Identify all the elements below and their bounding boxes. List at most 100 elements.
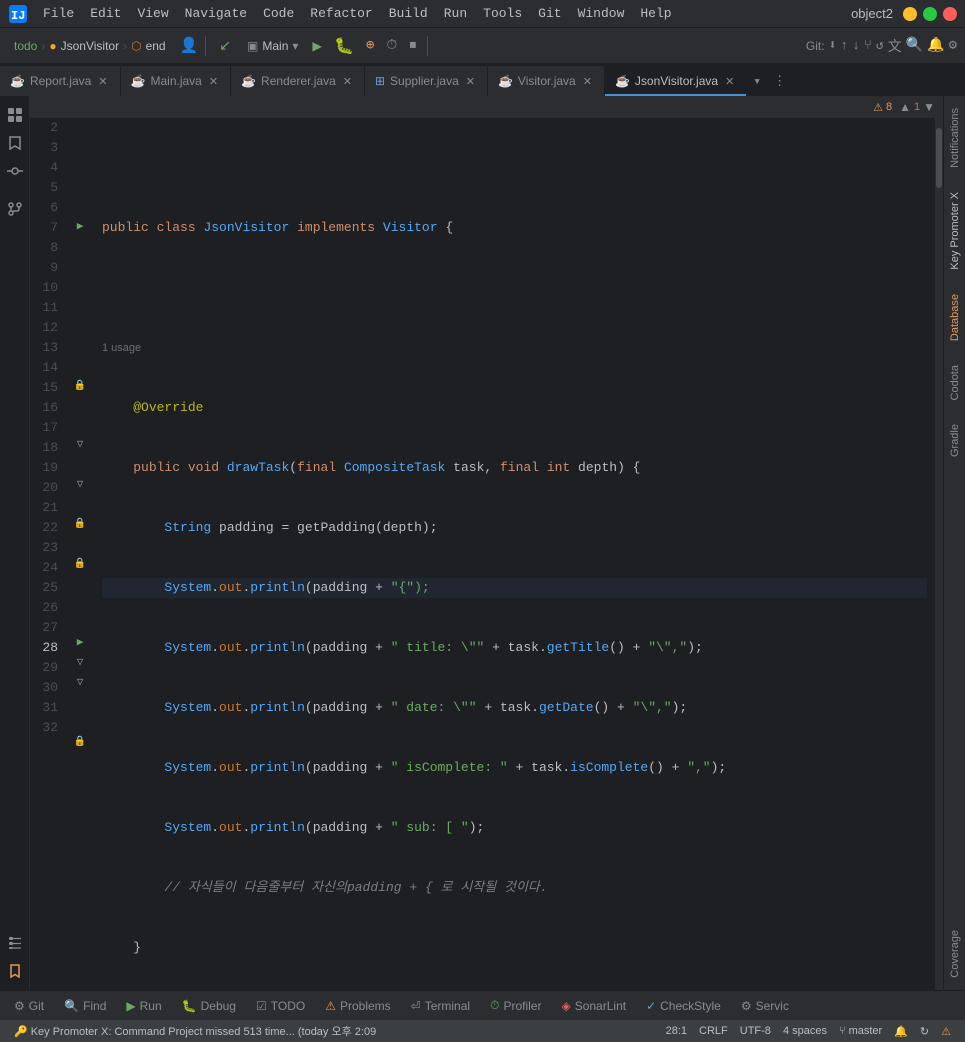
- sidebar-bookmark-icon[interactable]: [2, 130, 28, 156]
- git-pull-icon[interactable]: ↓: [852, 38, 860, 53]
- menu-navigate[interactable]: Navigate: [178, 4, 254, 23]
- help-icon[interactable]: 🔔: [927, 37, 944, 54]
- right-label-notifications[interactable]: Notifications: [947, 100, 963, 176]
- collapse-gutter-16[interactable]: ▽: [66, 434, 94, 454]
- menu-tools[interactable]: Tools: [476, 4, 529, 23]
- git-branch-icon: ⑂: [839, 1025, 846, 1037]
- run-gutter-6[interactable]: ▶: [66, 216, 94, 236]
- collapse-gutter-26[interactable]: ▽: [66, 652, 94, 672]
- menu-git[interactable]: Git: [531, 4, 568, 23]
- tabs-dropdown[interactable]: ▾: [747, 66, 767, 96]
- tab-supplier-java[interactable]: ⊞ Supplier.java ✕: [365, 66, 488, 96]
- tabs-more[interactable]: ⋮: [767, 66, 792, 96]
- sonarlint-tool-label: SonarLint: [575, 999, 626, 1013]
- menu-file[interactable]: File: [36, 4, 81, 23]
- run-gutter-25[interactable]: ▶: [66, 632, 94, 652]
- close-button[interactable]: [943, 7, 957, 21]
- coverage-button[interactable]: ⊕: [362, 37, 378, 54]
- collapse-gutter-18[interactable]: ▽: [66, 474, 94, 494]
- git-branches-icon[interactable]: ⑂: [864, 38, 872, 53]
- menu-edit[interactable]: Edit: [83, 4, 128, 23]
- line-ending[interactable]: CRLF: [693, 1020, 734, 1042]
- java-icon: ☕: [241, 74, 256, 88]
- sidebar-project-icon[interactable]: [2, 102, 28, 128]
- sidebar-bookmarks2-icon[interactable]: [2, 958, 28, 984]
- tool-profiler[interactable]: ⏱ Profiler: [482, 995, 549, 1016]
- tool-problems[interactable]: ⚠ Problems: [317, 996, 398, 1016]
- search-everywhere-icon[interactable]: 🔍: [906, 37, 923, 54]
- scroll-thumb[interactable]: [936, 128, 942, 188]
- tool-checkstyle[interactable]: ✓ CheckStyle: [638, 996, 729, 1016]
- tool-todo[interactable]: ☑ TODO: [248, 996, 313, 1016]
- git-rollback-icon[interactable]: ↺: [876, 38, 884, 53]
- translate-icon[interactable]: 文: [888, 36, 902, 56]
- alert-icon[interactable]: ⚠: [935, 1020, 957, 1042]
- indent[interactable]: 4 spaces: [777, 1020, 833, 1042]
- sidebar-structure-icon[interactable]: [2, 930, 28, 956]
- run-button[interactable]: ▶: [308, 36, 326, 56]
- tool-terminal[interactable]: ⏎ Terminal: [403, 996, 478, 1016]
- tab-close-button[interactable]: ✕: [581, 74, 594, 89]
- code-line-14: }: [102, 938, 927, 958]
- git-branch-text: master: [849, 1025, 883, 1037]
- tool-services[interactable]: ⚙ Servic: [733, 996, 797, 1016]
- tool-git[interactable]: ⚙ Git: [6, 996, 52, 1016]
- menu-build[interactable]: Build: [382, 4, 435, 23]
- code-line-10: System.out.println(padding + " date: \""…: [102, 698, 927, 718]
- git-branch[interactable]: ⑂ master: [833, 1020, 888, 1042]
- cursor-position[interactable]: 28:1: [660, 1020, 693, 1042]
- tab-close-button[interactable]: ✕: [341, 74, 354, 89]
- menu-run[interactable]: Run: [437, 4, 474, 23]
- tool-find[interactable]: 🔍 Find: [56, 996, 114, 1016]
- right-label-coverage[interactable]: Coverage: [947, 922, 963, 986]
- svg-text:IJ: IJ: [11, 9, 25, 23]
- error-nav-up[interactable]: ▲: [899, 100, 911, 114]
- stop-button[interactable]: ⏹: [405, 38, 420, 54]
- right-label-codota[interactable]: Codota: [947, 357, 963, 408]
- vcs-update-button[interactable]: ↙: [213, 34, 237, 57]
- minimize-button[interactable]: [903, 7, 917, 21]
- maximize-button[interactable]: [923, 7, 937, 21]
- tool-run[interactable]: ▶ Run: [118, 996, 169, 1016]
- right-label-gradle[interactable]: Gradle: [947, 416, 963, 465]
- debug-button[interactable]: 🐛: [330, 36, 358, 56]
- sidebar-pullreq-icon[interactable]: [2, 196, 28, 222]
- notifications-icon[interactable]: 🔔: [888, 1020, 914, 1042]
- encoding[interactable]: UTF-8: [734, 1020, 777, 1042]
- code-line-7: String padding = getPadding(depth);: [102, 518, 927, 538]
- tab-visitor-java[interactable]: ☕ Visitor.java ✕: [488, 66, 605, 96]
- run-config-button[interactable]: ▣ Main ▾: [241, 36, 304, 56]
- tool-sonarlint[interactable]: ◈ SonarLint: [553, 996, 634, 1016]
- tab-close-button[interactable]: ✕: [96, 74, 109, 89]
- tab-main-java[interactable]: ☕ Main.java ✕: [121, 66, 232, 96]
- tool-debug[interactable]: 🐛 Debug: [174, 996, 244, 1016]
- scroll-track[interactable]: [935, 118, 943, 990]
- code-content[interactable]: public class JsonVisitor implements Visi…: [94, 118, 935, 990]
- menu-code[interactable]: Code: [256, 4, 301, 23]
- sync-icon[interactable]: ↻: [914, 1020, 935, 1042]
- sidebar-commit-icon[interactable]: [2, 158, 28, 184]
- profile-button[interactable]: ⏱: [382, 38, 401, 54]
- menu-view[interactable]: View: [130, 4, 175, 23]
- tab-close-button[interactable]: ✕: [207, 74, 220, 89]
- error-nav-down[interactable]: ▼: [923, 100, 935, 114]
- right-label-database[interactable]: Database: [947, 286, 963, 349]
- tab-close-button[interactable]: ✕: [723, 74, 736, 89]
- git-push-icon[interactable]: ↑: [840, 38, 848, 53]
- warning-badge: ⚠ 8 ▲ 1 ▼: [873, 100, 935, 114]
- git-fetch-icon[interactable]: ⬇: [829, 38, 837, 53]
- bc-file2-label: end: [146, 39, 166, 53]
- right-label-key-promoter[interactable]: Key Promoter X: [947, 184, 963, 278]
- settings-icon[interactable]: ⚙: [949, 37, 957, 54]
- menu-refactor[interactable]: Refactor: [303, 4, 379, 23]
- collapse-gutter-27[interactable]: ▽: [66, 672, 94, 692]
- key-promoter-status[interactable]: 🔑 Key Promoter X: Command Project missed…: [8, 1020, 382, 1042]
- tab-close-button[interactable]: ✕: [464, 74, 477, 89]
- project-breadcrumb[interactable]: todo › ● JsonVisitor › ⬡ end: [8, 36, 172, 56]
- tab-renderer-java[interactable]: ☕ Renderer.java ✕: [231, 66, 365, 96]
- menu-window[interactable]: Window: [571, 4, 632, 23]
- code-editor[interactable]: 2 3 4 5 6 7 8 9 10 11 12 13 14 15 16 17 …: [30, 118, 943, 990]
- tab-report-java[interactable]: ☕ Report.java ✕: [0, 66, 121, 96]
- menu-help[interactable]: Help: [633, 4, 678, 23]
- tab-jsonvisitor-java[interactable]: ☕ JsonVisitor.java ✕: [605, 66, 747, 96]
